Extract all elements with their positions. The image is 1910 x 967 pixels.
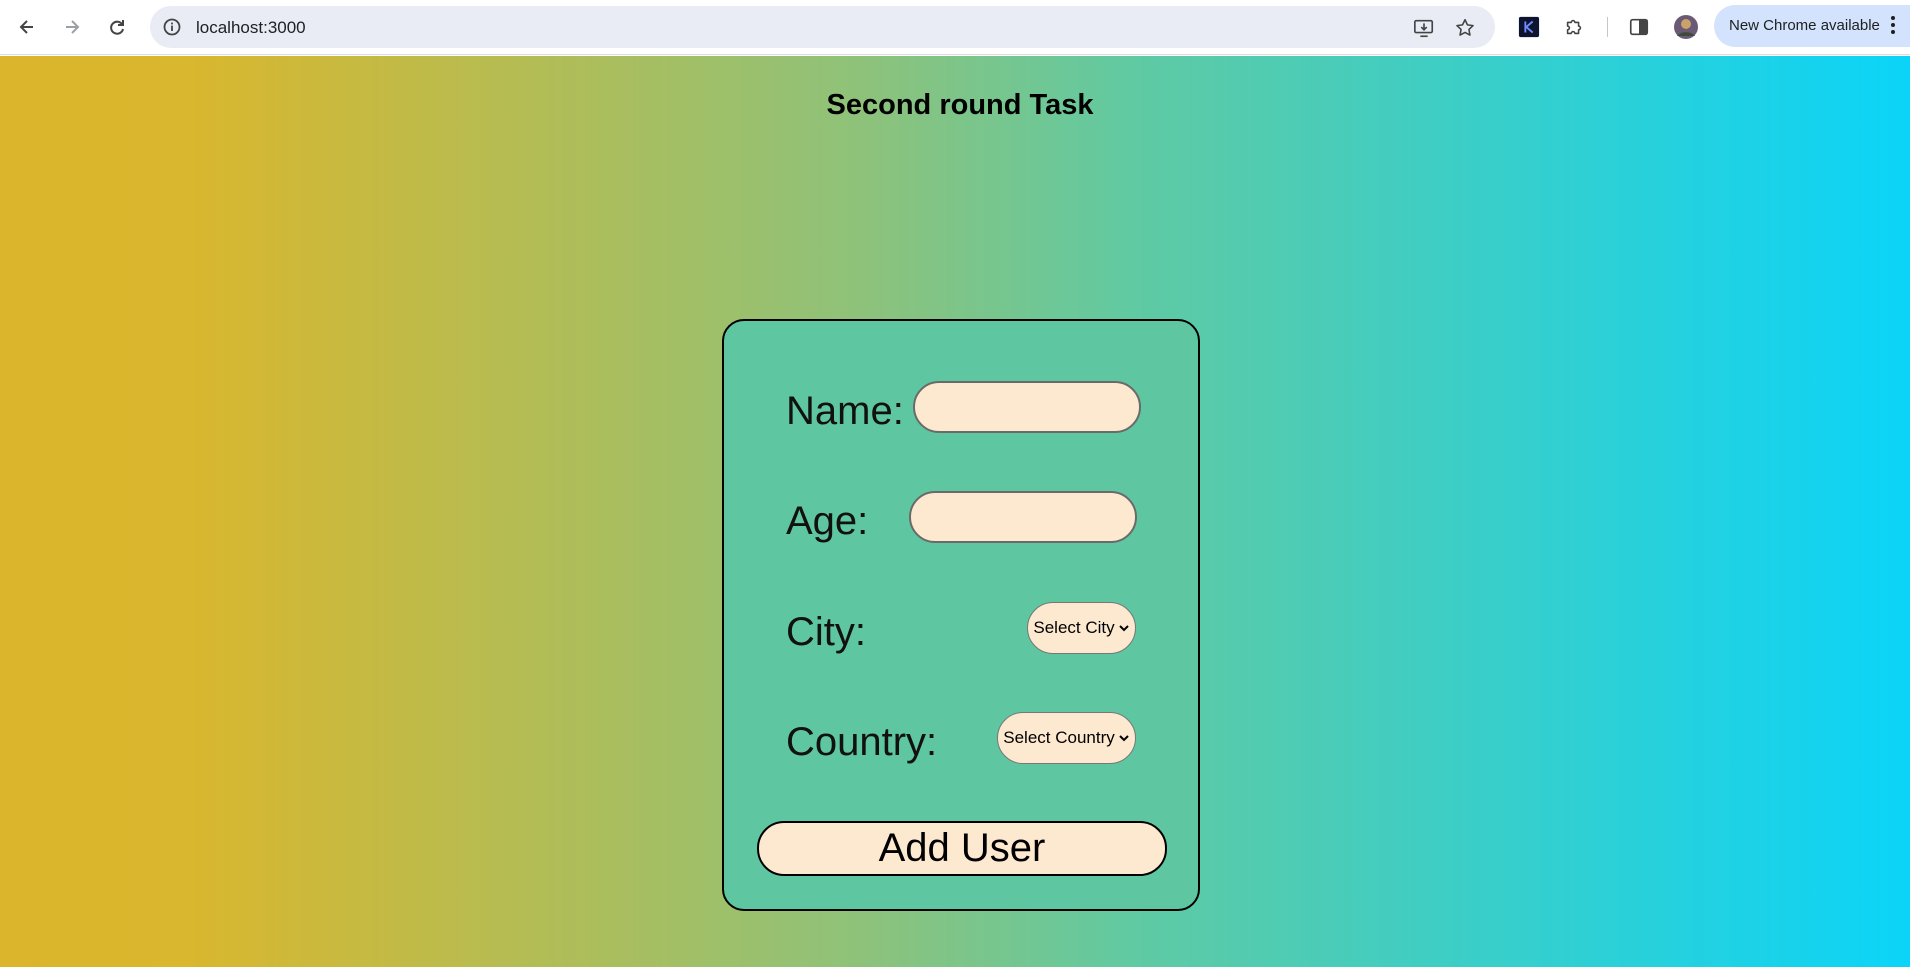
chrome-update-button[interactable]: New Chrome available: [1714, 5, 1910, 47]
forward-button[interactable]: [55, 10, 89, 44]
reload-icon: [110, 20, 124, 35]
back-button[interactable]: [10, 10, 44, 44]
city-select[interactable]: Select City: [1027, 602, 1136, 654]
browser-toolbar: localhost:3000 New Chrome available: [0, 0, 1910, 55]
side-panel-button[interactable]: [1625, 13, 1653, 41]
arrow-left-icon: [19, 20, 33, 34]
city-select-value: Select City: [1033, 618, 1115, 637]
star-icon: [1456, 18, 1474, 36]
info-icon[interactable]: [162, 17, 182, 37]
update-label: New Chrome available: [1729, 17, 1880, 34]
puzzle-icon: [1566, 19, 1582, 35]
extensions-button[interactable]: [1560, 13, 1588, 41]
reload-button[interactable]: [100, 10, 134, 44]
bookmark-button[interactable]: [1453, 16, 1477, 40]
profile-button[interactable]: [1672, 13, 1700, 41]
avatar: [1674, 15, 1698, 39]
toolbar-separator: [1607, 17, 1608, 37]
add-user-form: Name: Age: City: Select City Country: Se…: [722, 319, 1200, 911]
arrow-right-icon: [66, 20, 80, 34]
country-label: Country:: [786, 720, 938, 764]
country-select-value: Select Country: [1003, 728, 1115, 747]
chevron-down-icon: [1118, 625, 1129, 632]
city-label: City:: [786, 610, 866, 654]
k-extension-button[interactable]: [1515, 13, 1543, 41]
country-select[interactable]: Select Country: [997, 712, 1136, 764]
install-app-button[interactable]: [1412, 16, 1436, 40]
install-app-icon: [1414, 19, 1434, 38]
url-text[interactable]: localhost:3000: [196, 18, 306, 38]
age-label: Age:: [786, 499, 869, 543]
page-body: Second round Task Name: Age: City: Selec…: [0, 56, 1910, 967]
add-user-button[interactable]: Add User: [757, 821, 1167, 876]
chevron-down-icon: [1119, 735, 1129, 742]
name-input[interactable]: [913, 381, 1141, 433]
age-input[interactable]: [909, 491, 1137, 543]
side-panel-icon: [1629, 18, 1649, 36]
k-extension-icon: [1518, 16, 1540, 38]
kebab-menu-icon[interactable]: [1890, 15, 1896, 37]
address-bar[interactable]: localhost:3000: [150, 6, 1495, 48]
name-label: Name:: [786, 389, 904, 433]
page-title: Second round Task: [826, 89, 1094, 121]
